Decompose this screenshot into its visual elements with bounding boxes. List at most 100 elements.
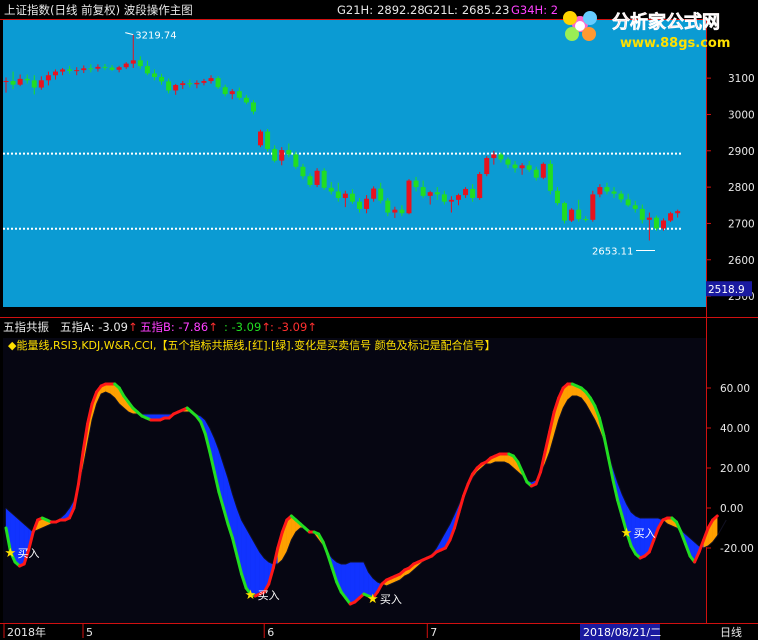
g21h-label: G21H: 2892.28 [337, 3, 425, 17]
candle-body [81, 68, 87, 71]
osc-fill-segment [250, 535, 256, 597]
candle-body [512, 164, 518, 169]
candle-body [3, 81, 9, 83]
osc-tick-label: 0.00 [720, 503, 743, 515]
buy-signal-label: 买入 [380, 593, 402, 606]
price-panel-background [3, 20, 706, 307]
buy-star-icon: ★ [245, 588, 257, 603]
candle-body [236, 91, 242, 98]
osc-tick-label: 20.00 [720, 463, 750, 475]
candle-body [562, 203, 568, 221]
candle-body [385, 200, 391, 213]
candle-body [229, 91, 235, 95]
indicator-d: : -3.09↑ [270, 320, 317, 334]
candle-body [321, 170, 327, 188]
buy-star-icon: ★ [5, 546, 17, 561]
candle-body [632, 205, 638, 209]
current-price-label: 2518.9 [708, 284, 745, 296]
candle-body [31, 80, 37, 88]
buy-signal-label: 买入 [258, 589, 280, 602]
osc-tick-label: 60.00 [720, 383, 750, 395]
candle-body [491, 154, 497, 159]
candle-body [123, 63, 129, 68]
candle-body [519, 165, 525, 169]
candle-body [646, 217, 652, 220]
candle-body [470, 188, 476, 199]
date-tick-label: 7 [430, 626, 437, 639]
osc-tick-label: 40.00 [720, 423, 750, 435]
candle-body [349, 193, 355, 202]
candle-body [413, 180, 419, 188]
candle-body [194, 82, 200, 85]
candle-body [265, 131, 271, 149]
candle-body [60, 69, 66, 72]
candle-body [74, 70, 80, 72]
price-tick-label: 2900 [728, 146, 755, 158]
candle-body [208, 78, 214, 82]
candle-body [434, 192, 440, 195]
buy-signal-label: 买入 [18, 547, 40, 560]
watermark-url: www.88gs.com [620, 36, 730, 51]
candle-body [243, 97, 249, 103]
candle-body [583, 219, 589, 221]
high-annotation: 3219.74 [135, 31, 176, 42]
candle-body [215, 78, 221, 88]
candle-body [505, 159, 511, 165]
candle-body [498, 154, 504, 160]
candle-body [653, 217, 659, 229]
indicator-a: 五指A: -3.09↑ [60, 320, 138, 334]
indicator-description: ◆能量线,RSI3,KDJ,W&R,CCI,【五个指标共振线,[红].[绿].变… [8, 338, 496, 352]
candle-body [166, 81, 172, 91]
candle-body [67, 69, 73, 71]
price-tick-label: 2700 [728, 218, 755, 230]
osc-fill-segment [354, 561, 360, 603]
g21l-label: G21L: 2685.23 [424, 3, 509, 17]
price-tick-label: 2800 [728, 182, 755, 194]
candle-body [45, 75, 51, 81]
candle-body [279, 150, 285, 161]
osc-fill-segment [350, 561, 356, 605]
candle-body [38, 80, 44, 88]
indicator-b: 五指B: -7.86↑ [140, 320, 218, 334]
candle-body [611, 191, 617, 194]
candle-body [314, 170, 320, 185]
candle-body [625, 199, 631, 206]
buy-signal-label: 买入 [634, 527, 656, 540]
candle-body [618, 193, 624, 200]
candle-body [159, 77, 165, 82]
cursor-date: 2018/08/21/二 [583, 626, 661, 639]
candle-body [272, 148, 278, 161]
candle-body [286, 150, 292, 155]
candle-body [463, 188, 469, 196]
candle-body [675, 211, 681, 214]
candle-body [554, 190, 560, 204]
date-tick-label: 2018年 [7, 625, 46, 639]
candle-body [95, 66, 101, 69]
candle-body [399, 209, 405, 214]
price-tick-label: 2600 [728, 255, 755, 267]
price-tick-label: 3000 [728, 109, 755, 121]
candle-body [371, 188, 377, 199]
candle-body [604, 187, 610, 192]
period-label[interactable]: 日线 [720, 625, 742, 639]
candle-body [335, 191, 341, 199]
candle-body [173, 85, 179, 91]
candle-body [137, 60, 143, 67]
candle-body [441, 194, 447, 202]
candle-body [187, 83, 193, 85]
candle-body [364, 198, 370, 209]
candle-body [293, 154, 299, 167]
price-chart-title: 上证指数(日线 前复权) 波段操作主图 [4, 3, 193, 17]
candle-body [378, 188, 384, 201]
candle-body [250, 102, 256, 112]
candle-body [342, 193, 348, 199]
candle-body [300, 166, 306, 177]
stock-chart: 3219.742653.11 ★ 买入★ 买入 ★ 买入★ 买入 250026002700… [0, 3, 758, 640]
candle-body [661, 220, 667, 229]
candle-body [109, 67, 115, 70]
candle-body [307, 176, 313, 185]
candle-body [17, 78, 23, 85]
indicator-name: 五指共振 [3, 320, 49, 334]
candle-body [88, 68, 94, 70]
candle-body [180, 83, 186, 86]
